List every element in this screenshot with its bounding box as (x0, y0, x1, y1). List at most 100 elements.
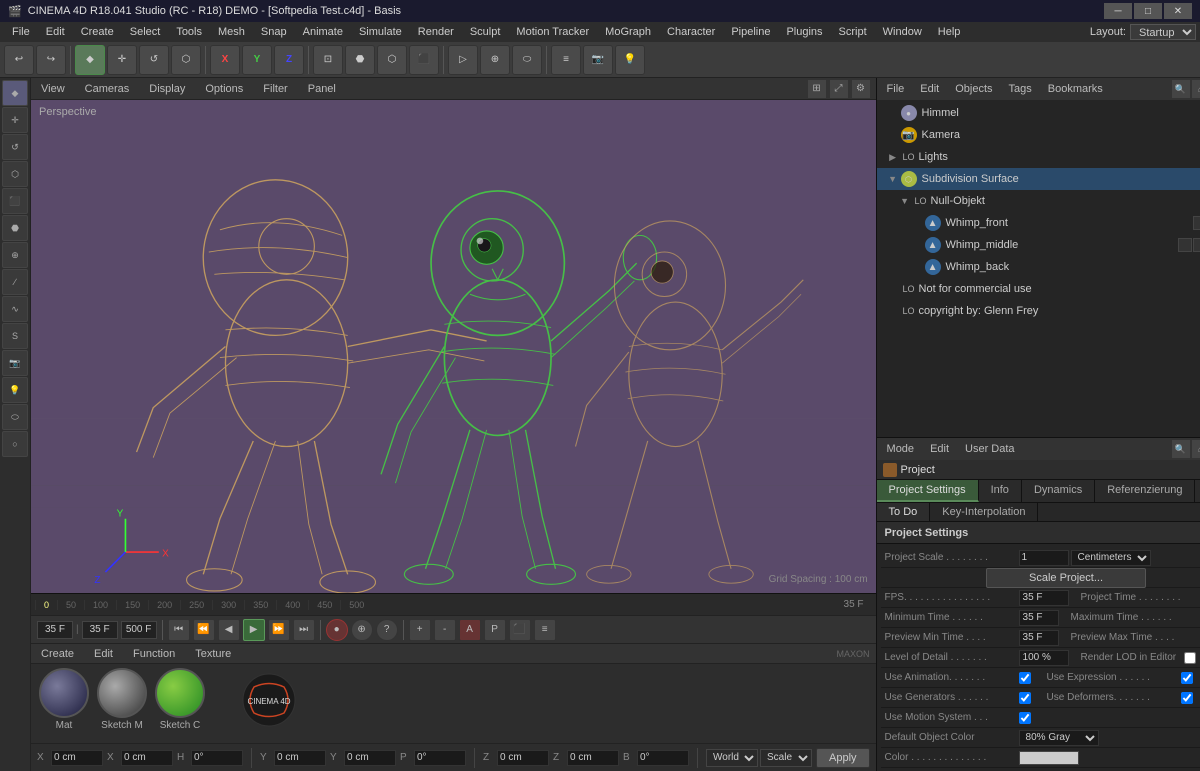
tb-light-btn[interactable]: 💡 (615, 45, 645, 75)
scale-project-button[interactable]: Scale Project... (986, 568, 1146, 588)
tb-render-active[interactable]: ⬭ (512, 45, 542, 75)
fps-value[interactable] (1019, 590, 1069, 606)
lp-move[interactable]: ✛ (2, 107, 28, 133)
min-frame-input[interactable] (82, 621, 118, 639)
maximize-button[interactable]: □ (1134, 3, 1162, 19)
expand-null[interactable]: ▼ (899, 196, 911, 206)
lp-add[interactable]: ⊕ (2, 242, 28, 268)
menu-edit[interactable]: Edit (38, 24, 73, 40)
world-select[interactable]: World (706, 749, 758, 767)
menu-plugins[interactable]: Plugins (778, 24, 830, 40)
expand-lights[interactable]: ▶ (887, 152, 899, 163)
lp-bone[interactable]: ⬭ (2, 404, 28, 430)
lp-poly[interactable]: ⬣ (2, 215, 28, 241)
tb-scale[interactable]: ⬡ (171, 45, 201, 75)
use-gen-check[interactable] (1019, 692, 1031, 704)
lp-null[interactable]: ○ (2, 431, 28, 457)
color-swatch[interactable] (1019, 751, 1079, 765)
render-lod-check[interactable] (1184, 652, 1196, 664)
vp-menu-display[interactable]: Display (145, 81, 189, 97)
attr-menu-edit[interactable]: Edit (926, 441, 953, 457)
menu-mesh[interactable]: Mesh (210, 24, 253, 40)
vis-1[interactable] (1193, 216, 1200, 230)
tc-play[interactable]: ▶ (243, 619, 265, 641)
minimize-button[interactable]: ─ (1104, 3, 1132, 19)
lp-camera[interactable]: 📷 (2, 350, 28, 376)
menu-create[interactable]: Create (73, 24, 122, 40)
menu-window[interactable]: Window (875, 24, 930, 40)
menu-animate[interactable]: Animate (295, 24, 351, 40)
y-rot-input[interactable] (344, 750, 396, 766)
default-color-select[interactable]: 80% Gray (1019, 730, 1099, 746)
tb-move[interactable]: ✛ (107, 45, 137, 75)
lp-magnet[interactable]: ∿ (2, 296, 28, 322)
vis-1[interactable] (1178, 238, 1192, 252)
use-expr-check[interactable] (1181, 672, 1193, 684)
use-def-check[interactable] (1181, 692, 1193, 704)
tb-x-axis[interactable]: X (210, 45, 240, 75)
vp-maximize[interactable]: ⤢ (830, 80, 848, 98)
attr-tab-referenzierung[interactable]: Referenzierung (1095, 480, 1195, 502)
menu-file[interactable]: File (4, 24, 38, 40)
y-pos-input[interactable] (274, 750, 326, 766)
tb-points[interactable]: ⊡ (313, 45, 343, 75)
attr-sub-tab-key-interp[interactable]: Key-Interpolation (930, 503, 1038, 521)
obj-menu-bookmarks[interactable]: Bookmarks (1044, 81, 1107, 97)
tb-rotate[interactable]: ↺ (139, 45, 169, 75)
obj-row-lights[interactable]: ▶ LO Lights (877, 146, 1200, 168)
tb-floor[interactable]: ≡ (551, 45, 581, 75)
prev-min-value[interactable] (1019, 630, 1059, 646)
tb-object[interactable]: ⬛ (409, 45, 439, 75)
tc-go-end[interactable]: ⏭ (293, 619, 315, 641)
menu-motion-tracker[interactable]: Motion Tracker (508, 24, 597, 40)
tb-render-region[interactable]: ⊕ (480, 45, 510, 75)
attr-sub-tab-todo[interactable]: To Do (877, 503, 931, 521)
obj-row-null[interactable]: ▼ LO Null-Objekt (877, 190, 1200, 212)
tc-go-start[interactable]: ⏮ (168, 619, 190, 641)
vp-split-h[interactable]: ⊞ (808, 80, 826, 98)
project-scale-value[interactable] (1019, 550, 1069, 566)
current-frame-input[interactable] (37, 621, 73, 639)
menu-tools[interactable]: Tools (168, 24, 210, 40)
menu-sculpt[interactable]: Sculpt (462, 24, 509, 40)
obj-row-no-commercial[interactable]: LO Not for commercial use (877, 278, 1200, 300)
menu-simulate[interactable]: Simulate (351, 24, 410, 40)
h-input[interactable] (191, 750, 243, 766)
obj-menu-objects[interactable]: Objects (951, 81, 996, 97)
p-input[interactable] (414, 750, 466, 766)
use-anim-check[interactable] (1019, 672, 1031, 684)
attr-search[interactable]: 🔍 (1172, 440, 1190, 458)
tb-undo[interactable]: ↩ (4, 45, 34, 75)
tb-y-axis[interactable]: Y (242, 45, 272, 75)
lp-scale[interactable]: ⬡ (2, 161, 28, 187)
obj-row-copyright[interactable]: LO copyright by: Glenn Frey (877, 300, 1200, 322)
menu-select[interactable]: Select (122, 24, 169, 40)
use-motion-check[interactable] (1019, 712, 1031, 724)
attr-tab-project-settings[interactable]: Project Settings (877, 480, 979, 502)
obj-home[interactable]: ⌂ (1192, 80, 1200, 98)
vp-menu-panel[interactable]: Panel (304, 81, 340, 97)
z-pos-input[interactable] (497, 750, 549, 766)
tc-record-pos[interactable]: ⊕ (351, 619, 373, 641)
obj-search[interactable]: 🔍 (1172, 80, 1190, 98)
menu-pipeline[interactable]: Pipeline (723, 24, 778, 40)
obj-menu-edit[interactable]: Edit (916, 81, 943, 97)
vp-settings[interactable]: ⚙ (852, 80, 870, 98)
mat-menu-texture[interactable]: Texture (191, 646, 235, 662)
tb-redo[interactable]: ↪ (36, 45, 66, 75)
tc-key-add[interactable]: + (409, 619, 431, 641)
obj-row-kamera[interactable]: 📷 Kamera (877, 124, 1200, 146)
tb-camera[interactable]: 📷 (583, 45, 613, 75)
tc-motion-path[interactable]: P (484, 619, 506, 641)
mat-menu-edit[interactable]: Edit (90, 646, 117, 662)
tc-prev-frame[interactable]: ⏪ (193, 619, 215, 641)
obj-menu-file[interactable]: File (883, 81, 909, 97)
menu-render[interactable]: Render (410, 24, 462, 40)
vp-menu-cameras[interactable]: Cameras (81, 81, 134, 97)
expand-subdiv[interactable]: ▼ (887, 174, 899, 184)
tc-auto-key[interactable]: A (459, 619, 481, 641)
lod-value[interactable] (1019, 650, 1069, 666)
z-rot-input[interactable] (567, 750, 619, 766)
layout-dropdown[interactable]: Startup (1130, 24, 1196, 40)
lp-light[interactable]: 💡 (2, 377, 28, 403)
